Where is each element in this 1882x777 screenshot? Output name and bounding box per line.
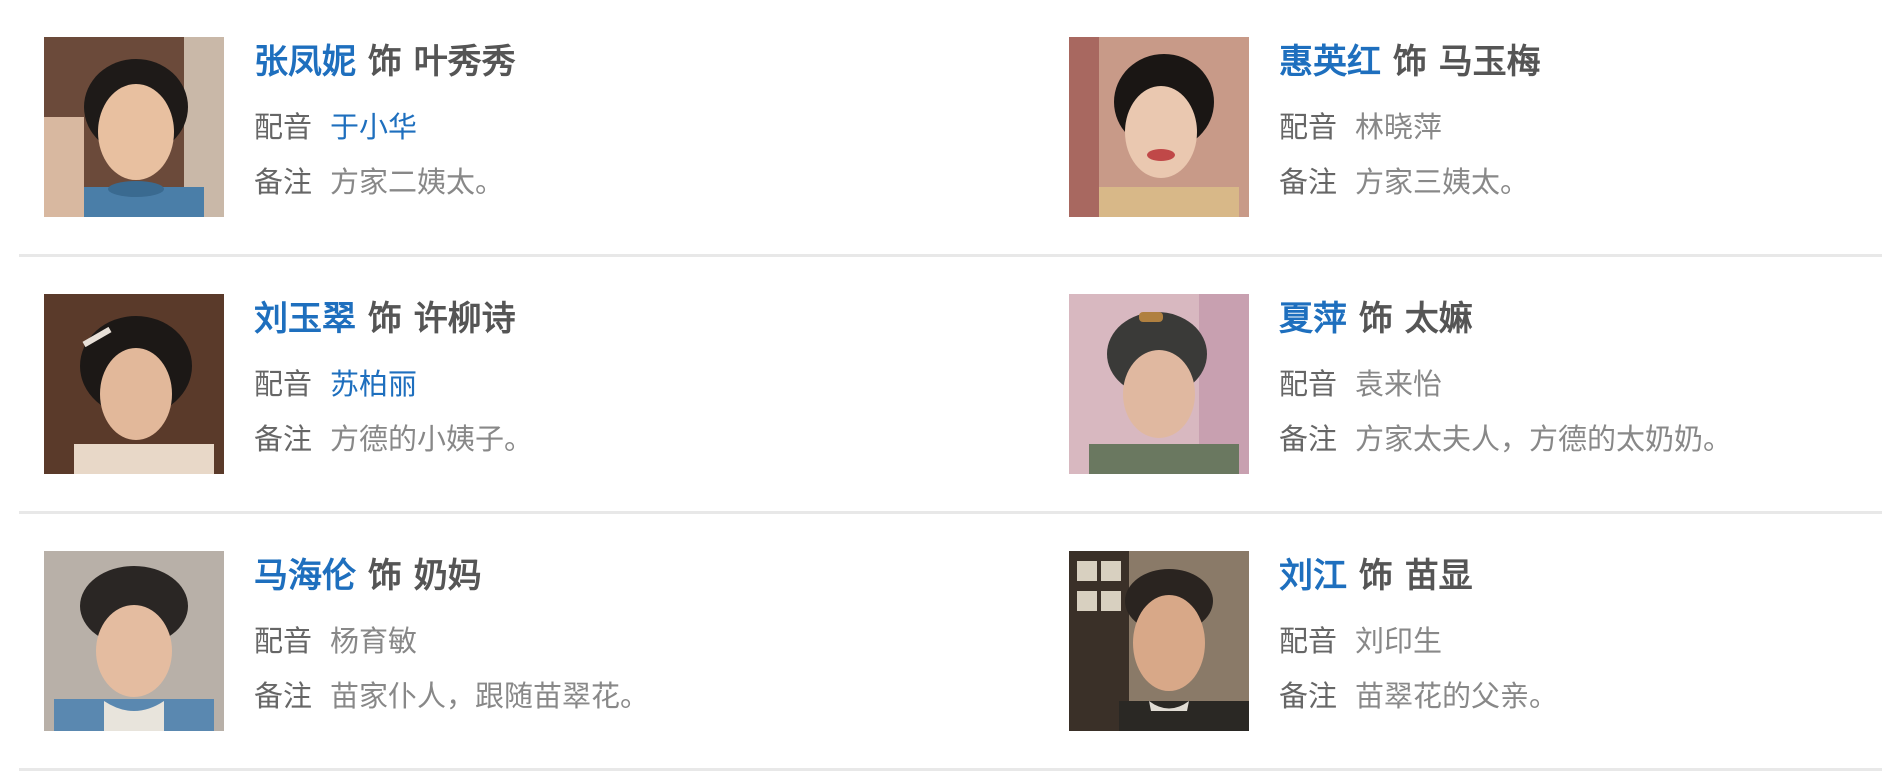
dubbing-actor-link[interactable]: 苏柏丽 <box>330 367 417 401</box>
cast-title: 刘江 饰 苗显 <box>1279 551 1882 601</box>
portrait-image <box>1069 294 1249 474</box>
note-text: 苗家仆人，跟随苗翠花。 <box>330 679 650 713</box>
cast-title: 马海伦 饰 奶妈 <box>254 551 954 601</box>
cast-title: 张凤妮 饰 叶秀秀 <box>254 37 954 87</box>
plays-connector: 饰 <box>367 42 402 82</box>
role-name: 叶秀秀 <box>413 42 516 82</box>
dubbing-line: 配音 刘印生 <box>1279 623 1882 659</box>
cast-title: 刘玉翠 饰 许柳诗 <box>254 294 954 344</box>
actor-photo[interactable] <box>44 551 224 731</box>
actor-photo[interactable] <box>1069 294 1249 474</box>
note-text: 方家太夫人，方德的太奶奶。 <box>1355 422 1733 456</box>
cast-row: 刘玉翠 饰 许柳诗 配音 苏柏丽 备注 方德的小姨子。 夏萍 饰 太嫲 配音 袁… <box>0 257 1882 514</box>
note-text: 方德的小姨子。 <box>330 422 534 456</box>
note-label: 备注 <box>254 679 313 713</box>
portrait-image <box>44 37 224 217</box>
dubbing-label: 配音 <box>254 624 313 658</box>
note-label: 备注 <box>1279 679 1338 713</box>
cast-row: 马海伦 饰 奶妈 配音 杨育敏 备注 苗家仆人，跟随苗翠花。 刘江 饰 苗显 配… <box>0 514 1882 771</box>
portrait-image <box>1069 551 1249 731</box>
actor-name-link[interactable]: 张凤妮 <box>254 42 356 82</box>
note-label: 备注 <box>1279 165 1338 199</box>
actor-name-link[interactable]: 夏萍 <box>1279 299 1347 339</box>
portrait-image <box>44 294 224 474</box>
role-name: 苗显 <box>1404 556 1473 596</box>
plays-connector: 饰 <box>367 556 402 596</box>
dubbing-actor: 刘印生 <box>1355 624 1443 658</box>
note-label: 备注 <box>254 422 313 456</box>
dubbing-actor: 袁来怡 <box>1355 367 1443 401</box>
dubbing-actor: 杨育敏 <box>330 624 418 658</box>
row-divider <box>19 768 1882 771</box>
dubbing-line: 配音 杨育敏 <box>254 623 954 659</box>
dubbing-actor: 林晓萍 <box>1355 110 1443 144</box>
plays-connector: 饰 <box>367 299 402 339</box>
dubbing-label: 配音 <box>1279 367 1338 401</box>
role-name: 马玉梅 <box>1438 42 1541 82</box>
cast-title: 夏萍 饰 太嫲 <box>1279 294 1882 344</box>
role-name: 奶妈 <box>413 556 482 596</box>
actor-name-link[interactable]: 刘玉翠 <box>254 299 356 339</box>
actor-name-link[interactable]: 马海伦 <box>254 556 356 596</box>
note-line: 备注 方德的小姨子。 <box>254 421 954 457</box>
role-name: 太嫲 <box>1404 299 1473 339</box>
actor-name-link[interactable]: 惠英红 <box>1279 42 1381 82</box>
dubbing-label: 配音 <box>254 367 313 401</box>
dubbing-label: 配音 <box>254 110 313 144</box>
actor-photo[interactable] <box>1069 551 1249 731</box>
cast-info: 惠英红 饰 马玉梅 配音 林晓萍 备注 方家三姨太。 <box>1279 37 1882 200</box>
note-line: 备注 方家二姨太。 <box>254 164 954 200</box>
dubbing-label: 配音 <box>1279 624 1338 658</box>
portrait-image <box>1069 37 1249 217</box>
portrait-image <box>44 551 224 731</box>
cast-info: 马海伦 饰 奶妈 配音 杨育敏 备注 苗家仆人，跟随苗翠花。 <box>254 551 954 714</box>
cast-info: 夏萍 饰 太嫲 配音 袁来怡 备注 方家太夫人，方德的太奶奶。 <box>1279 294 1882 457</box>
note-label: 备注 <box>1279 422 1338 456</box>
plays-connector: 饰 <box>1358 556 1393 596</box>
actor-photo[interactable] <box>44 294 224 474</box>
cast-title: 惠英红 饰 马玉梅 <box>1279 37 1882 87</box>
dubbing-line: 配音 于小华 <box>254 109 954 145</box>
cast-row: 张凤妮 饰 叶秀秀 配音 于小华 备注 方家二姨太。 惠英红 饰 马玉梅 配音 … <box>0 0 1882 257</box>
dubbing-line: 配音 林晓萍 <box>1279 109 1882 145</box>
note-text: 方家三姨太。 <box>1355 165 1530 199</box>
dubbing-label: 配音 <box>1279 110 1338 144</box>
cast-info: 张凤妮 饰 叶秀秀 配音 于小华 备注 方家二姨太。 <box>254 37 954 200</box>
note-line: 备注 苗翠花的父亲。 <box>1279 678 1882 714</box>
dubbing-actor-link[interactable]: 于小华 <box>330 110 417 144</box>
actor-photo[interactable] <box>1069 37 1249 217</box>
role-name: 许柳诗 <box>413 299 516 339</box>
note-line: 备注 方家太夫人，方德的太奶奶。 <box>1279 421 1882 457</box>
actor-photo[interactable] <box>44 37 224 217</box>
plays-connector: 饰 <box>1392 42 1427 82</box>
plays-connector: 饰 <box>1358 299 1393 339</box>
dubbing-line: 配音 苏柏丽 <box>254 366 954 402</box>
cast-list: 张凤妮 饰 叶秀秀 配音 于小华 备注 方家二姨太。 惠英红 饰 马玉梅 配音 … <box>0 0 1882 771</box>
cast-info: 刘玉翠 饰 许柳诗 配音 苏柏丽 备注 方德的小姨子。 <box>254 294 954 457</box>
actor-name-link[interactable]: 刘江 <box>1279 556 1347 596</box>
note-line: 备注 方家三姨太。 <box>1279 164 1882 200</box>
note-line: 备注 苗家仆人，跟随苗翠花。 <box>254 678 954 714</box>
note-label: 备注 <box>254 165 313 199</box>
note-text: 苗翠花的父亲。 <box>1355 679 1559 713</box>
dubbing-line: 配音 袁来怡 <box>1279 366 1882 402</box>
note-text: 方家二姨太。 <box>330 165 505 199</box>
cast-info: 刘江 饰 苗显 配音 刘印生 备注 苗翠花的父亲。 <box>1279 551 1882 714</box>
